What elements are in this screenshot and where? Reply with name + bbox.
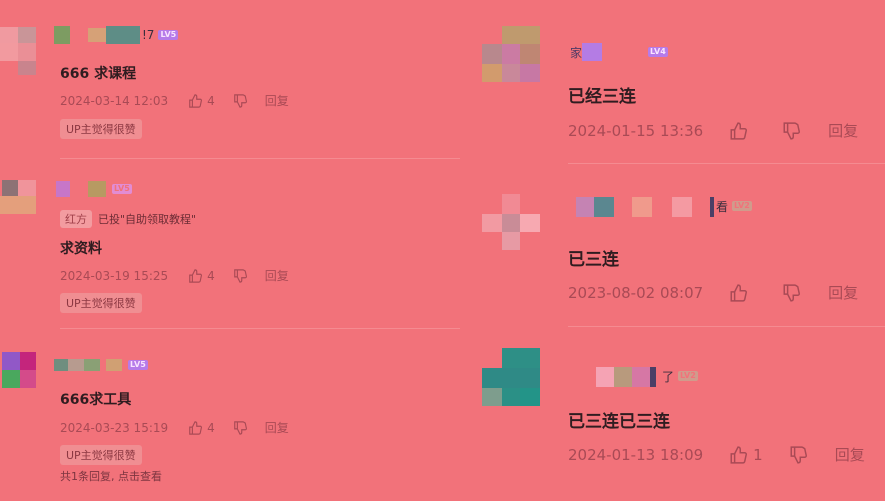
comment-text: 求资料 [60, 241, 102, 257]
avatar[interactable] [0, 27, 40, 75]
username-suffix: 看 [716, 199, 729, 214]
thumbs-down-icon [783, 283, 801, 302]
comment-meta: 2024-03-19 15:25 4 回复 [60, 267, 289, 284]
level-badge: LV2 [678, 371, 698, 381]
like-button[interactable] [729, 121, 752, 140]
thumbs-up-icon [730, 283, 748, 302]
vote-side-tag: 红方 [60, 210, 92, 228]
thumbs-down-icon [233, 268, 247, 283]
up-liked-badge: UP主觉得很赞 [60, 445, 142, 465]
comment-meta: 2024-03-14 12:03 4 回复 [60, 92, 289, 109]
thumbs-up-icon [730, 445, 748, 464]
thumbs-up-icon [189, 93, 203, 108]
avatar[interactable] [482, 194, 540, 252]
username[interactable]: 了 LV2 [568, 366, 698, 387]
divider [568, 326, 885, 327]
avatar[interactable] [0, 352, 40, 392]
avatar[interactable] [482, 348, 540, 406]
comment-meta: 2023-08-02 08:07 回复 [568, 282, 858, 303]
divider [568, 163, 885, 164]
username-prefix: 家 [570, 45, 583, 60]
reply-button[interactable]: 回复 [265, 267, 289, 284]
view-replies-link[interactable]: 共1条回复, 点击查看 [60, 468, 162, 484]
thumbs-down-icon [783, 121, 801, 140]
reply-button[interactable]: 回复 [265, 419, 289, 436]
username[interactable]: !7 LV5 [54, 25, 179, 45]
dislike-button[interactable] [789, 445, 807, 464]
thumbs-down-icon [790, 445, 807, 464]
like-count: 4 [207, 420, 215, 435]
avatar[interactable] [482, 26, 540, 82]
username[interactable]: 家 LV4 [568, 42, 668, 62]
dislike-button[interactable] [782, 283, 801, 302]
vote-text: 已投"自助领取教程" [98, 213, 197, 226]
dislike-button[interactable] [233, 93, 247, 108]
username-suffix: !7 [142, 28, 155, 42]
up-liked-badge: UP主觉得很赞 [60, 293, 142, 313]
left-comment-column: !7 LV5 666 求课程 2024-03-14 12:03 4 回复 UP主… [0, 0, 470, 501]
right-comment-column: 家 LV4 已经三连 2024-01-15 13:36 回复 看 LV2 已三连… [470, 0, 885, 501]
reply-button[interactable]: 回复 [265, 92, 289, 109]
comment-meta: 2024-01-15 13:36 回复 [568, 120, 858, 141]
divider [60, 328, 460, 329]
level-badge: LV2 [732, 201, 752, 211]
like-button[interactable] [729, 283, 752, 302]
like-button[interactable]: 4 [188, 421, 215, 435]
reply-button[interactable]: 回复 [835, 444, 865, 465]
dislike-button[interactable] [782, 121, 801, 140]
level-badge: LV5 [158, 30, 179, 40]
avatar[interactable] [0, 180, 40, 220]
comment-time: 2024-01-13 18:09 [568, 445, 704, 464]
comment-time: 2024-03-19 15:25 [60, 268, 169, 283]
comment-meta: 2024-03-23 15:19 4 回复 [60, 419, 289, 436]
comment-time: 2024-01-15 13:36 [568, 121, 704, 140]
like-button[interactable]: 4 [188, 94, 215, 108]
vote-tag-row: 红方 已投"自助领取教程" [60, 210, 196, 228]
comment-text: 已三连已三连 [568, 412, 670, 432]
like-button[interactable]: 1 [729, 446, 763, 464]
comment-time: 2024-03-14 12:03 [60, 93, 169, 108]
like-count: 4 [207, 93, 215, 108]
comment-text: 666 求课程 [60, 66, 137, 82]
comment-meta: 2024-01-13 18:09 1 回复 [568, 444, 865, 465]
username[interactable]: LV5 [54, 355, 148, 375]
username[interactable]: LV5 [56, 179, 132, 199]
dislike-button[interactable] [233, 420, 247, 435]
up-liked-badge: UP主觉得很赞 [60, 119, 142, 139]
like-button[interactable]: 4 [188, 269, 215, 283]
comment-text: 已三连 [568, 250, 619, 270]
like-count: 4 [207, 268, 215, 283]
level-badge: LV5 [128, 360, 148, 370]
comment-time: 2024-03-23 15:19 [60, 420, 169, 435]
reply-button[interactable]: 回复 [828, 120, 858, 141]
level-badge: LV4 [648, 47, 668, 57]
username-suffix: 了 [662, 369, 675, 384]
like-count: 1 [753, 445, 763, 464]
comment-text: 666求工具 [60, 392, 132, 408]
divider [60, 158, 460, 159]
thumbs-down-icon [233, 420, 247, 435]
thumbs-up-icon [730, 121, 748, 140]
comment-time: 2023-08-02 08:07 [568, 283, 704, 302]
reply-button[interactable]: 回复 [828, 282, 858, 303]
thumbs-up-icon [189, 420, 203, 435]
username[interactable]: 看 LV2 [576, 196, 752, 217]
thumbs-up-icon [189, 268, 203, 283]
level-badge: LV5 [112, 184, 132, 194]
thumbs-down-icon [233, 93, 247, 108]
comment-text: 已经三连 [568, 87, 636, 107]
dislike-button[interactable] [233, 268, 247, 283]
